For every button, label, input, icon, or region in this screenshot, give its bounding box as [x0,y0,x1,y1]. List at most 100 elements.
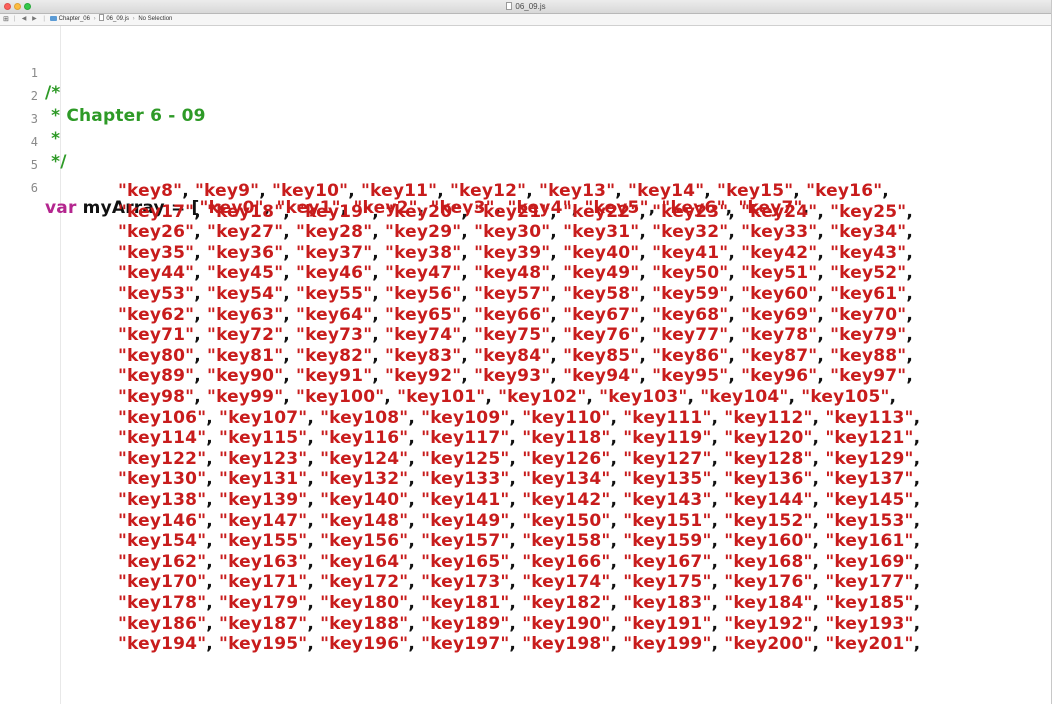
string-literal: "key75" [474,325,551,346]
related-items-grid-icon[interactable]: ⊞ [3,14,9,25]
string-literal: "key83" [385,345,462,366]
comma: , [913,428,921,449]
string-literal: "key126" [522,448,611,469]
string-literal: "key15" [717,181,794,201]
comma: , [817,366,831,387]
string-literal: "key118" [522,428,611,449]
comma: , [509,407,523,428]
array-row-items: "key106", "key107", "key108", "key109", … [118,408,920,428]
string-literal: "key77" [652,325,729,346]
comma: , [639,325,653,346]
string-literal: "key113" [825,407,914,428]
string-literal: "key173" [421,572,510,593]
comma: , [906,304,914,325]
string-literal: "key93" [474,366,551,387]
comma: , [817,201,831,222]
string-literal: "key136" [724,469,813,490]
string-literal: "key164" [320,551,409,572]
string-literal: "key182" [522,593,611,613]
comma: , [639,366,653,387]
string-literal: "key58" [563,284,640,304]
string-literal: "key51" [741,263,818,284]
array-row-items: "key17", "key18", "key19", "key20", "key… [118,202,913,222]
string-literal: "key193" [825,613,914,634]
comma: , [550,242,564,263]
comment-text: /* [45,83,61,103]
string-literal: "key116" [320,428,409,449]
string-literal: "key105" [801,387,890,407]
code-line: 5 [0,135,38,172]
code-editor[interactable]: 1 /* 2 * Chapter 6 - 09 3 * 4 */ 5 6 var… [0,26,1052,704]
breadcrumb-folder[interactable]: Chapter_06 [49,14,90,25]
comma: , [509,490,523,510]
comment-text: * Chapter 6 - 09 [45,106,206,126]
comma: , [913,593,921,613]
string-literal: "key115" [219,428,308,449]
array-row-items: "key194", "key195", "key196", "key197", … [118,634,920,654]
comma: , [509,469,523,490]
comma: , [639,263,653,284]
string-literal: "key34" [830,222,907,243]
string-literal: "key90" [207,366,284,387]
comma: , [906,263,914,284]
string-literal: "key55" [296,284,373,304]
comma: , [384,387,398,407]
string-literal: "key109" [421,407,510,428]
breadcrumb-selection[interactable]: No Selection [138,14,172,25]
string-literal: "key158" [522,531,611,552]
comma: , [639,345,653,366]
comma: , [711,448,725,469]
string-literal: "key95" [652,366,729,387]
string-literal: "key60" [741,284,818,304]
comma: , [812,428,826,449]
comma: , [408,531,422,552]
string-literal: "key139" [219,490,308,510]
string-literal: "key190" [522,613,611,634]
string-literal: "key97" [830,366,907,387]
comma: , [485,387,499,407]
string-literal: "key177" [825,572,914,593]
string-literal: "key197" [421,634,510,655]
string-literal: "key16" [806,181,883,201]
comma: , [461,201,475,222]
string-literal: "key121" [825,428,914,449]
comma: , [610,551,624,572]
string-literal: "key148" [320,510,409,531]
breadcrumb-file[interactable]: 06_09.js [99,14,129,25]
string-literal: "key138" [118,490,207,510]
forward-arrow-icon[interactable]: ▶ [32,14,37,25]
comma: , [509,531,523,552]
string-literal: "key74" [385,325,462,346]
string-literal: "key65" [385,304,462,325]
comma: , [194,304,208,325]
comma: , [639,242,653,263]
array-row-items: "key154", "key155", "key156", "key157", … [118,531,920,551]
string-literal: "key163" [219,551,308,572]
string-literal: "key79" [830,325,907,346]
string-literal: "key48" [474,263,551,284]
code-line: 1 /* [0,43,61,103]
string-literal: "key64" [296,304,373,325]
comma: , [461,263,475,284]
comma: , [711,531,725,552]
folder-icon [49,16,57,21]
back-arrow-icon[interactable]: ◀ [22,14,27,25]
string-literal: "key61" [830,284,907,304]
string-literal: "key41" [652,242,729,263]
comma: , [610,634,624,655]
code-line: 4 */ [0,112,67,172]
string-literal: "key32" [652,222,729,243]
comma: , [461,242,475,263]
comma: , [550,325,564,346]
string-literal: "key174" [522,572,611,593]
comma: , [461,222,475,243]
string-literal: "key19" [296,201,373,222]
comma: , [711,510,725,531]
comma: , [728,284,742,304]
comma: , [906,325,914,346]
string-literal: "key151" [623,510,712,531]
string-literal: "key28" [296,222,373,243]
string-literal: "key37" [296,242,373,263]
comma: , [206,490,220,510]
comma: , [610,572,624,593]
